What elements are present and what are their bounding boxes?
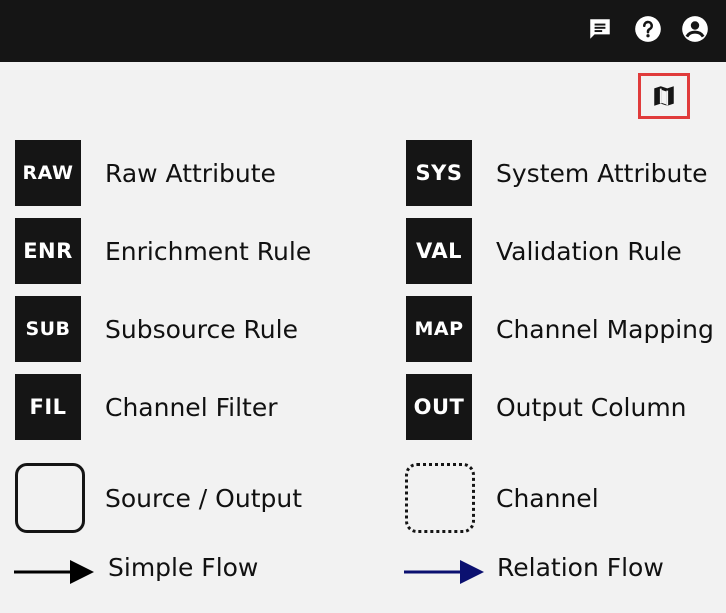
enr-badge: ENR bbox=[15, 218, 81, 284]
raw-badge: RAW bbox=[15, 140, 81, 206]
sys-label: System Attribute bbox=[496, 159, 708, 188]
channel-shape bbox=[405, 463, 475, 533]
map-label: Channel Mapping bbox=[496, 315, 714, 344]
fil-badge: FIL bbox=[15, 374, 81, 440]
account-icon[interactable] bbox=[680, 14, 710, 44]
raw-label: Raw Attribute bbox=[105, 159, 276, 188]
map-icon bbox=[651, 83, 677, 109]
help-icon[interactable] bbox=[633, 14, 663, 44]
simple-flow-label: Simple Flow bbox=[108, 553, 259, 582]
val-badge: VAL bbox=[406, 218, 472, 284]
sub-label: Subsource Rule bbox=[105, 315, 298, 344]
relation-flow-arrow bbox=[404, 560, 484, 584]
map-toggle-button[interactable] bbox=[638, 73, 690, 119]
relation-flow-label: Relation Flow bbox=[497, 553, 664, 582]
sub-badge: SUB bbox=[15, 296, 81, 362]
sys-badge: SYS bbox=[406, 140, 472, 206]
channel-label: Channel bbox=[496, 484, 599, 513]
top-app-bar bbox=[0, 0, 726, 62]
fil-label: Channel Filter bbox=[105, 393, 278, 422]
simple-flow-arrow bbox=[14, 560, 94, 584]
val-label: Validation Rule bbox=[496, 237, 682, 266]
enr-label: Enrichment Rule bbox=[105, 237, 312, 266]
source-output-label: Source / Output bbox=[105, 484, 303, 513]
chat-icon[interactable] bbox=[585, 14, 615, 44]
map-badge: MAP bbox=[406, 296, 472, 362]
out-badge: OUT bbox=[406, 374, 472, 440]
out-label: Output Column bbox=[496, 393, 687, 422]
source-output-shape bbox=[15, 463, 85, 533]
